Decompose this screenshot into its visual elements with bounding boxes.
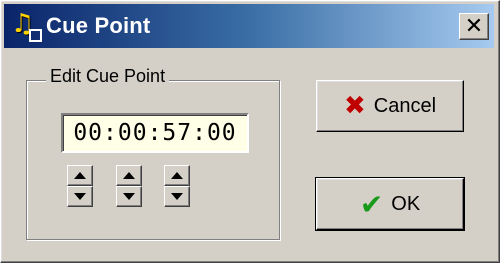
close-button[interactable]: ✕	[459, 13, 489, 40]
ok-label: OK	[391, 192, 421, 215]
hours-down-button[interactable]	[67, 186, 93, 207]
cancel-button[interactable]: ✖ Cancel	[316, 80, 464, 132]
minutes-up-button[interactable]	[116, 165, 142, 186]
seconds-up-button[interactable]	[164, 165, 190, 186]
hours-spinner	[67, 165, 93, 207]
down-arrow-icon	[74, 193, 86, 200]
up-arrow-icon	[74, 172, 86, 179]
seconds-down-button[interactable]	[164, 186, 190, 207]
hours-up-button[interactable]	[67, 165, 93, 186]
down-arrow-icon	[123, 193, 135, 200]
title-bar[interactable]: ♫ Cue Point ✕	[4, 4, 494, 48]
edit-cue-point-group	[26, 80, 280, 240]
down-arrow-icon	[171, 193, 183, 200]
up-arrow-icon	[171, 172, 183, 179]
close-icon: ✕	[464, 13, 484, 39]
x-icon: ✖	[343, 91, 366, 121]
music-note-icon: ♫	[8, 9, 42, 43]
group-label: Edit Cue Point	[46, 66, 170, 87]
seconds-spinner	[164, 165, 190, 207]
checkmark-icon: ✔	[359, 187, 384, 221]
ok-button[interactable]: ✔ OK	[315, 177, 465, 231]
minutes-spinner	[116, 165, 142, 207]
minutes-down-button[interactable]	[116, 186, 142, 207]
up-arrow-icon	[123, 172, 135, 179]
window-title: Cue Point	[46, 13, 151, 38]
cue-time-input[interactable]: 00:00:57:00	[61, 113, 249, 153]
cancel-label: Cancel	[373, 94, 437, 117]
